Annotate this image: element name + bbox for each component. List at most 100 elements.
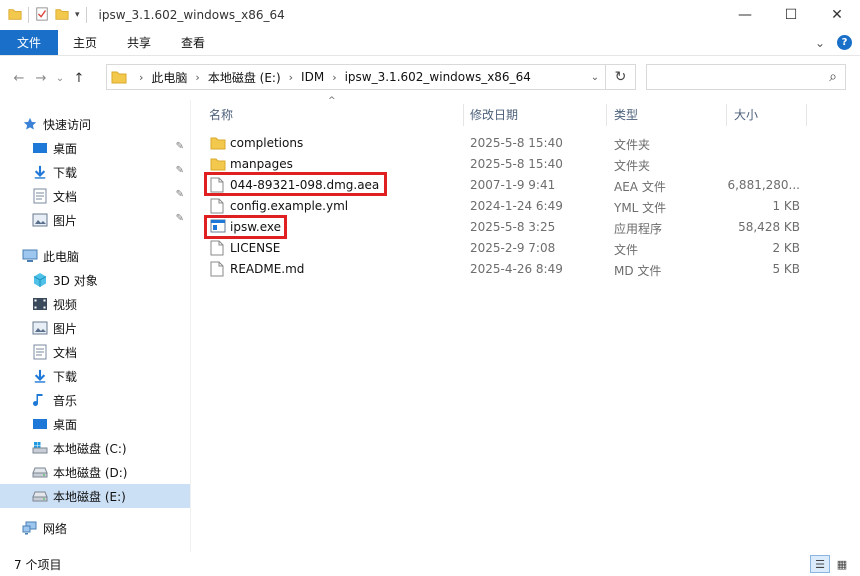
tab-share[interactable]: 共享 <box>112 30 166 55</box>
breadcrumb-drive-e[interactable]: 本地磁盘 (E:) <box>206 69 283 86</box>
item-count: 7 个项目 <box>14 557 62 572</box>
file-size: 1 KB <box>772 199 800 213</box>
sidebar-item-music[interactable]: 音乐 <box>0 388 190 412</box>
details-view-icon[interactable]: ☰ <box>810 555 830 573</box>
file-size: 5 KB <box>772 262 800 276</box>
sidebar-item-desktop[interactable]: 桌面 <box>0 412 190 436</box>
sidebar-item-pictures[interactable]: 图片 <box>0 316 190 340</box>
file-row[interactable]: config.example.yml 2024-1-24 6:49 YML 文件… <box>200 196 860 217</box>
file-date: 2007-1-9 9:41 <box>470 178 556 192</box>
quick-access-toolbar: ▾ <box>0 6 87 24</box>
file-row[interactable]: LICENSE 2025-2-9 7:08 文件 2 KB <box>200 238 860 259</box>
file-name: manpages <box>230 157 293 171</box>
file-date: 2025-5-8 15:40 <box>470 136 563 150</box>
back-button[interactable]: ← <box>8 66 30 90</box>
search-box[interactable]: ⌕ <box>646 64 846 90</box>
window-controls: — ☐ ✕ <box>722 0 860 30</box>
tab-home[interactable]: 主页 <box>58 30 112 55</box>
pin-icon[interactable]: ✎ <box>176 189 184 200</box>
sidebar-item-downloads[interactable]: 下载 <box>0 364 190 388</box>
tab-view[interactable]: 查看 <box>166 30 220 55</box>
sidebar-item-drive-e[interactable]: 本地磁盘 (E:) <box>0 484 190 508</box>
breadcrumb-current-folder[interactable]: ipsw_3.1.602_windows_x86_64 <box>343 70 533 84</box>
file-row[interactable]: completions 2025-5-8 15:40 文件夹 <box>200 133 860 154</box>
pin-icon[interactable]: ✎ <box>176 165 184 176</box>
folder-icon <box>210 135 226 151</box>
sidebar-item-label: 此电脑 <box>43 249 80 264</box>
breadcrumb-separator[interactable]: › <box>189 71 205 84</box>
minimize-button[interactable]: — <box>722 0 768 30</box>
expand-ribbon-icon[interactable]: ⌄ <box>815 36 825 50</box>
pin-icon[interactable]: ✎ <box>176 213 184 224</box>
tab-file[interactable]: 文件 <box>0 30 58 55</box>
pane-divider[interactable] <box>190 100 191 552</box>
recent-locations-button[interactable]: ⌄ <box>52 66 68 90</box>
forward-button[interactable]: → <box>30 66 52 90</box>
sidebar-item-pictures[interactable]: 图片 ✎ <box>0 208 190 232</box>
sidebar-item-label: 网络 <box>43 521 68 536</box>
breadcrumb-separator[interactable]: › <box>326 71 342 84</box>
sidebar-item-3d-objects[interactable]: 3D 对象 <box>0 268 190 292</box>
column-header-date[interactable]: 修改日期 <box>464 100 607 128</box>
breadcrumb-this-pc[interactable]: 此电脑 <box>149 69 189 86</box>
file-name: completions <box>230 136 304 150</box>
sidebar-item-documents[interactable]: 文档 ✎ <box>0 184 190 208</box>
pin-icon[interactable]: ✎ <box>176 141 184 152</box>
file-type: MD 文件 <box>614 264 662 278</box>
column-divider[interactable] <box>806 104 807 126</box>
close-button[interactable]: ✕ <box>814 0 860 30</box>
address-dropdown-icon[interactable]: ⌄ <box>585 65 605 89</box>
sidebar-item-videos[interactable]: 视频 <box>0 292 190 316</box>
network-icon <box>22 520 38 536</box>
sidebar-item-desktop[interactable]: 桌面 ✎ <box>0 136 190 160</box>
breadcrumb-idm[interactable]: IDM <box>299 70 326 84</box>
toolbar-divider <box>85 7 87 23</box>
sidebar-item-this-pc[interactable]: 此电脑 <box>0 244 190 268</box>
document-icon <box>32 344 48 360</box>
sidebar-item-quick-access[interactable]: 快速访问 <box>0 112 190 136</box>
column-header-size[interactable]: 大小 <box>727 100 807 128</box>
refresh-button[interactable]: ↻ <box>605 65 635 89</box>
file-icon <box>210 240 226 256</box>
sidebar-item-drive-c[interactable]: 本地磁盘 (C:) <box>0 436 190 460</box>
pictures-icon <box>32 320 48 336</box>
download-icon <box>32 164 48 180</box>
sidebar-item-downloads[interactable]: 下载 ✎ <box>0 160 190 184</box>
breadcrumb-separator[interactable]: › <box>283 71 299 84</box>
sidebar-item-network[interactable]: 网络 <box>0 516 190 540</box>
sidebar-item-documents[interactable]: 文档 <box>0 340 190 364</box>
sidebar-item-label: 桌面 <box>53 141 78 156</box>
column-header-name[interactable]: ^ 名称 <box>200 96 464 128</box>
file-row[interactable]: README.md 2025-4-26 8:49 MD 文件 5 KB <box>200 259 860 280</box>
computer-icon <box>22 248 38 264</box>
drive-icon <box>32 488 48 504</box>
file-size: 2 KB <box>772 241 800 255</box>
highlight-box-aea-file <box>204 172 387 196</box>
music-icon <box>32 392 48 408</box>
ribbon-tabs: 文件 主页 共享 查看 ⌄ ? <box>0 30 860 56</box>
file-row[interactable]: ipsw.exe 2025-5-8 3:25 应用程序 58,428 KB <box>200 217 860 238</box>
highlight-box-exe-file <box>204 215 287 239</box>
column-header-type[interactable]: 类型 <box>607 100 727 128</box>
help-icon[interactable]: ? <box>837 35 852 50</box>
video-icon <box>32 296 48 312</box>
file-date: 2025-2-9 7:08 <box>470 241 556 255</box>
large-icons-view-icon[interactable]: ▦ <box>832 555 852 573</box>
sidebar-item-label: 3D 对象 <box>53 273 98 288</box>
file-icon <box>210 261 226 277</box>
sidebar-item-drive-d[interactable]: 本地磁盘 (D:) <box>0 460 190 484</box>
star-icon <box>22 116 38 132</box>
new-folder-icon[interactable] <box>55 7 69 24</box>
up-button[interactable]: ↑ <box>68 66 90 90</box>
customize-toolbar-icon[interactable]: ▾ <box>75 10 80 20</box>
maximize-button[interactable]: ☐ <box>768 0 814 30</box>
window-title: ipsw_3.1.602_windows_x86_64 <box>98 8 285 22</box>
address-bar[interactable]: › 此电脑 › 本地磁盘 (E:) › IDM › ipsw_3.1.602_w… <box>106 64 636 90</box>
desktop-icon <box>32 140 48 156</box>
sidebar-item-label: 本地磁盘 (E:) <box>53 489 126 504</box>
file-name: README.md <box>230 262 305 276</box>
desktop-icon <box>32 416 48 432</box>
properties-icon[interactable] <box>35 6 49 24</box>
